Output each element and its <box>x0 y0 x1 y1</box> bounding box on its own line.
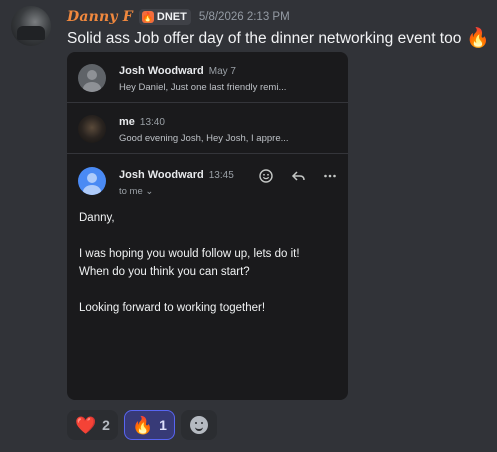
email-screenshot-attachment[interactable]: Josh Woodward May 7 Hey Daniel, Just one … <box>67 52 348 400</box>
thread-sender: me 13:40 <box>119 116 165 128</box>
user-avatar[interactable] <box>11 6 51 46</box>
heart-icon: ❤️ <box>75 415 97 435</box>
open-email: Josh Woodward 13:45 to me ⌄ Danny, I was … <box>67 155 348 400</box>
username[interactable]: Danny F <box>67 9 133 25</box>
message-timestamp: 5/8/2026 2:13 PM <box>198 11 290 23</box>
more-options-icon <box>321 167 339 185</box>
chat-message: Danny F 🔥 DNET 5/8/2026 2:13 PM Solid as… <box>0 0 497 452</box>
reactions-bar: ❤️ 2 🔥 1 <box>67 410 217 440</box>
reaction-heart[interactable]: ❤️ 2 <box>67 410 118 440</box>
email-line: When do you think you can start? <box>79 266 250 278</box>
server-tag-label: DNET <box>156 11 187 23</box>
thread-time: 13:40 <box>139 117 165 128</box>
fire-emoji: 🔥 <box>466 28 491 49</box>
sender-avatar-icon <box>78 167 106 195</box>
flame-badge-icon: 🔥 <box>141 11 154 23</box>
email-line: I was hoping you would follow up, lets d… <box>79 248 300 260</box>
email-thread-item: Josh Woodward May 7 Hey Daniel, Just one … <box>67 52 348 103</box>
reaction-count: 2 <box>102 417 110 433</box>
smiley-icon <box>189 416 208 434</box>
fire-icon: 🔥 <box>131 415 154 435</box>
thread-snippet: Hey Daniel, Just one last friendly remi.… <box>119 82 287 93</box>
reaction-count: 1 <box>159 417 167 433</box>
email-thread-item: me 13:40 Good evening Josh, Hey Josh, I a… <box>67 103 348 154</box>
email-actions <box>257 167 339 185</box>
thread-snippet: Good evening Josh, Hey Josh, I appre... <box>119 133 289 144</box>
reaction-fire[interactable]: 🔥 1 <box>123 410 175 440</box>
email-sender: Josh Woodward 13:45 <box>119 169 234 181</box>
email-line: Looking forward to working together! <box>79 302 266 314</box>
thread-time: May 7 <box>208 66 236 77</box>
chevron-down-icon: ⌄ <box>145 186 154 197</box>
sender-avatar-icon <box>78 64 106 92</box>
thread-sender: Josh Woodward May 7 <box>119 65 236 77</box>
message-text: Solid ass Job offer day of the dinner ne… <box>67 29 462 47</box>
message-header: Danny F 🔥 DNET 5/8/2026 2:13 PM <box>67 9 290 25</box>
emoji-react-icon <box>257 167 275 185</box>
add-reaction-button[interactable] <box>180 410 217 440</box>
sender-avatar-icon <box>78 115 106 143</box>
email-body: Danny, I was hoping you would follow up,… <box>79 209 341 317</box>
email-line: Danny, <box>79 212 115 224</box>
server-tag-badge[interactable]: 🔥 DNET <box>138 9 191 25</box>
email-time: 13:45 <box>208 170 234 181</box>
reply-icon <box>289 167 307 185</box>
message-content: Solid ass Job offer day of the dinner ne… <box>67 29 490 48</box>
email-recipient: to me ⌄ <box>119 186 154 197</box>
